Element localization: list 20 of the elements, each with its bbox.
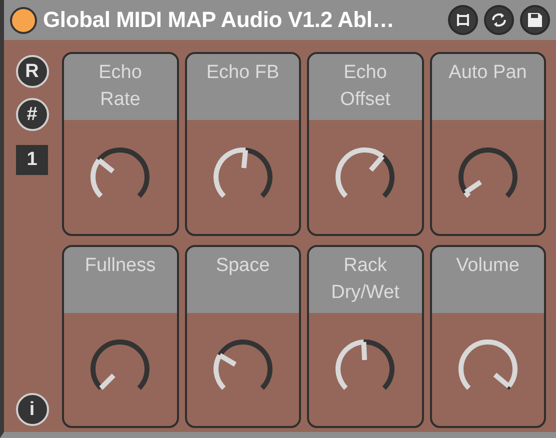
hash-button[interactable]: # (16, 98, 48, 131)
info-button[interactable]: i (16, 393, 48, 426)
map-button[interactable] (448, 5, 478, 35)
knob-label: Echo FB (205, 61, 280, 85)
save-button[interactable] (520, 5, 550, 35)
record-button[interactable]: R (16, 55, 48, 88)
bracket-icon (454, 11, 472, 29)
refresh-button[interactable] (484, 5, 514, 35)
knob-label: Echo Offset (339, 61, 392, 112)
device-on-toggle[interactable] (10, 6, 37, 34)
knob-label: Rack Dry/Wet (330, 254, 400, 304)
channel-number[interactable]: 1 (16, 145, 48, 175)
knob-label: Space (214, 254, 271, 278)
refresh-icon (490, 11, 508, 29)
knob-label: Volume (455, 254, 520, 278)
knob-label: Fullness (84, 254, 157, 278)
save-icon (526, 11, 544, 29)
knob-label: Echo Rate (98, 61, 143, 112)
window-title: Global MIDI MAP Audio V1.2 Abl… (43, 7, 396, 33)
knob-label: Auto Pan (448, 61, 528, 85)
